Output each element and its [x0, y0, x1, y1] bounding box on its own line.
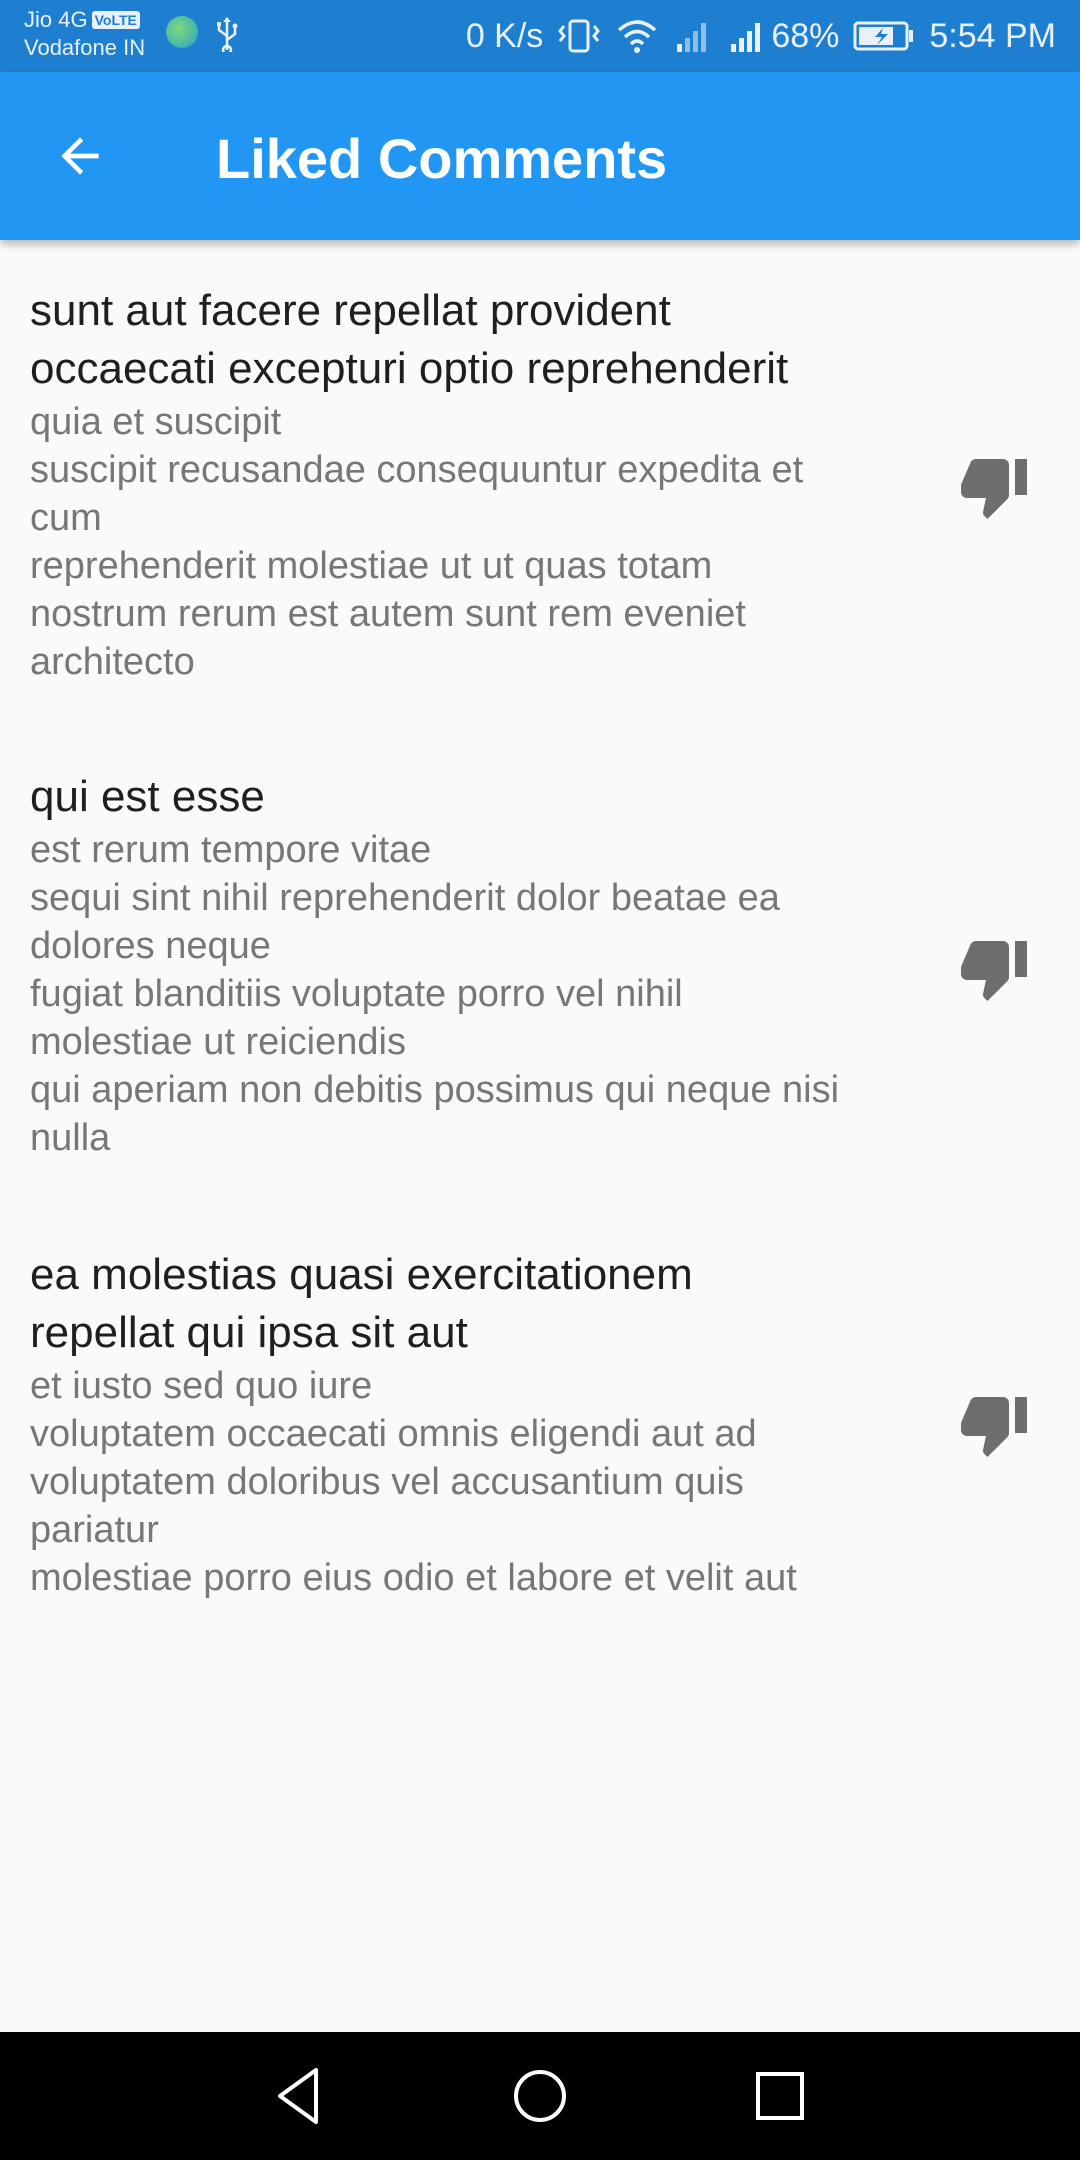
carrier-1-label: Jio 4G: [24, 7, 88, 32]
list-item: sunt aut facere repellat provident occae…: [30, 282, 1070, 686]
system-nav-bar: [0, 2032, 1080, 2160]
comment-body: et iusto sed quo iure voluptatem occaeca…: [30, 1365, 797, 1599]
dislike-button[interactable]: [946, 438, 1042, 534]
globe-icon: [166, 16, 198, 48]
back-button[interactable]: [40, 116, 120, 196]
arrow-back-icon: [61, 137, 99, 175]
status-bar: Jio 4G VoLTE Vodafone IN 0 K/s 68% 5:54 …: [0, 0, 1080, 72]
signal-1-icon: [677, 23, 707, 52]
vibrate-icon: [558, 19, 601, 53]
usb-icon: [217, 17, 238, 52]
dislike-button[interactable]: [946, 920, 1042, 1016]
clock: 5:54 PM: [929, 16, 1056, 55]
page-title: Liked Comments: [216, 127, 668, 190]
nav-back-icon[interactable]: [266, 2062, 334, 2130]
comment-body: est rerum tempore vitae sequi sint nihil…: [30, 829, 840, 1159]
comment-title: sunt aut facere repellat provident occae…: [30, 286, 789, 393]
comment-body: quia et suscipit suscipit recusandae con…: [30, 401, 804, 683]
comment-title: qui est esse: [30, 772, 265, 821]
battery-charging-icon: [853, 21, 914, 51]
list-item: qui est esse est rerum tempore vitae seq…: [30, 768, 1070, 1162]
battery-percent: 68%: [771, 16, 840, 55]
dislike-button[interactable]: [946, 1376, 1042, 1472]
list-item: ea molestias quasi exercitationem repell…: [30, 1246, 1070, 1602]
comment-title: ea molestias quasi exercitationem repell…: [30, 1250, 693, 1357]
carrier-2-label: Vodafone IN: [24, 35, 146, 60]
nav-recents-icon[interactable]: [746, 2062, 814, 2130]
nav-home-icon[interactable]: [506, 2062, 574, 2130]
network-speed: 0 K/s: [465, 16, 544, 55]
app-bar: Liked Comments: [0, 72, 1080, 240]
wifi-icon: [618, 20, 657, 53]
thumb-down-icon: [961, 459, 1027, 519]
signal-2-icon: [731, 23, 761, 52]
thumb-down-icon: [961, 941, 1027, 1001]
volte-badge: VoLTE: [91, 11, 140, 29]
thumb-down-icon: [961, 1397, 1027, 1457]
